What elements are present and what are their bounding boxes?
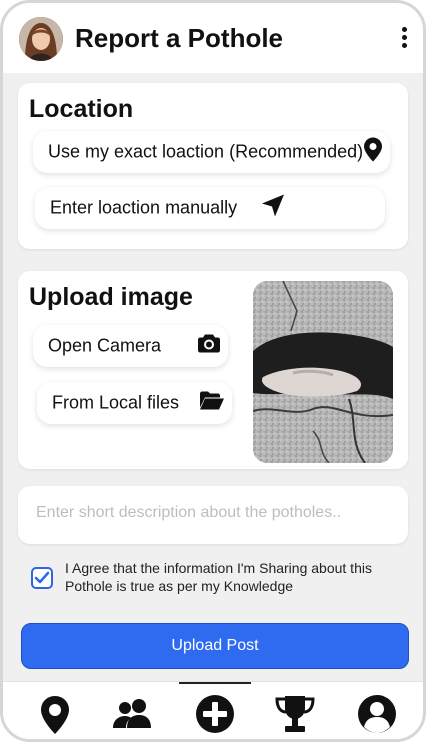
description-input[interactable] bbox=[36, 504, 386, 522]
checkmark-icon bbox=[34, 571, 50, 584]
use-exact-location-button[interactable]: Use my exact loaction (Recommended) bbox=[33, 131, 390, 173]
upload-section-title: Upload image bbox=[29, 283, 193, 311]
active-tab-indicator bbox=[179, 682, 251, 684]
agreement-text: I Agree that the information I'm Sharing… bbox=[65, 560, 372, 594]
more-vertical-icon[interactable] bbox=[399, 27, 409, 51]
enter-location-manually-label: Enter loaction manually bbox=[50, 197, 238, 218]
enter-location-manually-button[interactable]: Enter loaction manually bbox=[35, 187, 385, 229]
nav-map-pin-icon[interactable] bbox=[33, 692, 77, 736]
from-local-files-label: From Local files bbox=[52, 392, 180, 413]
nav-user-circle-icon[interactable] bbox=[355, 692, 399, 736]
open-camera-label: Open Camera bbox=[48, 335, 162, 356]
description-card bbox=[18, 486, 408, 544]
page-title: Report a Pothole bbox=[75, 23, 284, 53]
nav-trophy-icon[interactable] bbox=[273, 692, 317, 736]
map-pin-icon bbox=[364, 137, 382, 167]
location-arrow-icon bbox=[261, 194, 285, 223]
avatar[interactable] bbox=[19, 17, 63, 61]
location-section-title: Location bbox=[29, 95, 134, 123]
app-screen: Report a Pothole Location Use my exact l… bbox=[0, 0, 426, 742]
agreement-checkbox[interactable] bbox=[31, 567, 53, 589]
upload-post-button[interactable]: Upload Post bbox=[21, 623, 409, 669]
pothole-preview-image bbox=[253, 281, 393, 463]
camera-icon bbox=[198, 334, 220, 358]
nav-users-icon[interactable] bbox=[111, 692, 155, 736]
open-camera-button[interactable]: Open Camera bbox=[33, 325, 228, 367]
use-exact-location-label: Use my exact loaction (Recommended) bbox=[48, 141, 364, 162]
upload-card: Upload image Open Camera From Local file… bbox=[18, 271, 408, 469]
location-card: Location Use my exact loaction (Recommen… bbox=[18, 83, 408, 249]
folder-open-icon bbox=[200, 391, 224, 415]
bottom-nav bbox=[3, 681, 423, 739]
nav-plus-circle-icon[interactable] bbox=[193, 692, 237, 736]
from-local-files-button[interactable]: From Local files bbox=[37, 382, 232, 424]
app-header: Report a Pothole bbox=[3, 3, 423, 73]
avatar-photo bbox=[19, 17, 63, 61]
